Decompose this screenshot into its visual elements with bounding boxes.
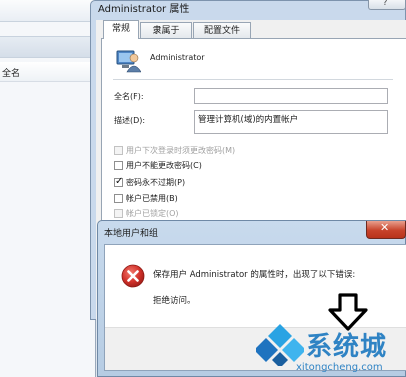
tab-general[interactable]: 常规 [103,20,139,39]
checkbox-label: 用户不能更改密码(C) [126,161,202,170]
checkmark-icon: ✓ [115,176,124,187]
watermark-name: 系统城 [306,332,388,362]
user-account-icon [116,50,141,73]
error-icon [121,264,145,288]
close-icon: ✕ [380,221,390,234]
help-button[interactable]: ? [368,0,406,10]
checkbox-box[interactable] [114,209,123,218]
checkbox-label: 密码永不过期(P) [126,178,186,187]
close-button[interactable]: ✕ [366,221,406,239]
background-toolbar [0,0,96,22]
description-field[interactable]: 管理计算机(域)的内置帐户 [194,110,388,134]
description-label: 描述(D): [114,116,146,125]
column-header-label: 全名 [2,69,21,79]
tab-member-of[interactable]: 隶属于 [140,22,192,39]
checkbox-label: 帐户已锁定(O) [126,209,179,218]
background-band [0,36,96,58]
watermark-domain: xitongcheng.com [296,362,383,373]
checkbox-box[interactable] [114,161,123,170]
checkbox-label: 用户下次登录时须更改密码(M) [126,146,236,155]
help-icon: ? [383,0,388,7]
checkbox-label: 帐户已禁用(B) [126,194,178,203]
error-dialog-title: 本地用户和组 [104,229,159,239]
fullname-field[interactable] [194,88,388,104]
error-detail: 拒绝访问。 [153,296,196,306]
checkbox-box[interactable] [114,194,123,203]
user-name: Administrator [150,53,205,62]
checkbox-box[interactable]: ✓ [114,176,124,187]
separator [113,79,393,80]
fullname-label: 全名(F): [114,92,144,101]
error-message: 保存用户 Administrator 的属性时，出现了以下错误: [153,270,356,280]
tab-profile[interactable]: 配置文件 [193,22,251,39]
watermark-logo-icon [256,324,304,366]
properties-title: Administrator 属性 [98,4,190,15]
checkbox-box[interactable] [114,146,123,155]
